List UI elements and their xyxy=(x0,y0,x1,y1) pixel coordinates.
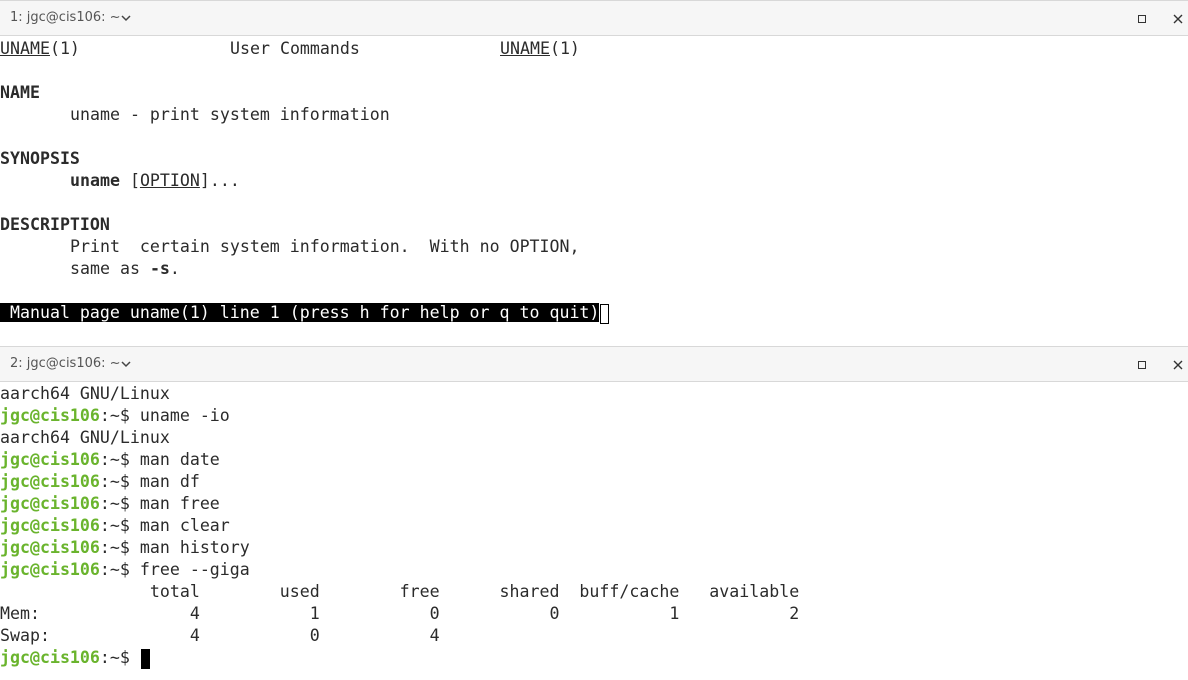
prompt-path: :~$ xyxy=(99,648,140,667)
man-header-center: User Commands xyxy=(230,39,360,58)
name-text: uname - print system information xyxy=(70,105,390,124)
pane1-titlebar: 1: jgc@cis106: ~ xyxy=(0,0,1188,36)
description-flag: -s xyxy=(149,259,170,278)
command-text: man df xyxy=(139,472,200,491)
description-line-2: same as -s. xyxy=(70,258,180,280)
name-heading: NAME xyxy=(0,83,40,102)
command-text: man clear xyxy=(139,516,230,535)
output-line: aarch64 GNU/Linux xyxy=(0,384,170,403)
synopsis-bracket: [ xyxy=(119,171,140,190)
pager-status-text: Manual page uname(1) line 1 (press h for… xyxy=(0,303,600,322)
terminal-cursor xyxy=(140,648,150,669)
close-icon xyxy=(1173,14,1183,24)
prompt-user: jgc@cis106 xyxy=(0,538,100,557)
command-text: man free xyxy=(139,494,220,513)
pane2-titlebar: 2: jgc@cis106: ~ xyxy=(0,346,1188,382)
prompt-path: :~$ xyxy=(99,516,140,535)
command-line: jgc@cis106:~$ man date xyxy=(0,449,220,471)
synopsis-cmd: uname xyxy=(70,171,120,190)
synopsis-rest: ]... xyxy=(199,171,240,190)
prompt-path: :~$ xyxy=(99,472,140,491)
output-line: Swap: 4 0 4 xyxy=(0,626,440,645)
command-line: jgc@cis106:~$ uname -io xyxy=(0,405,230,427)
prompt-user: jgc@cis106 xyxy=(0,648,100,667)
prompt-path: :~$ xyxy=(99,538,140,557)
description-line-2-pre: same as xyxy=(70,259,150,278)
command-line: jgc@cis106:~$ man history xyxy=(0,537,250,559)
prompt-path: :~$ xyxy=(99,406,140,425)
prompt-user: jgc@cis106 xyxy=(0,516,100,535)
maximize-icon xyxy=(1138,15,1146,23)
output-line: Mem: 4 1 0 0 1 2 xyxy=(0,604,800,623)
prompt-path: :~$ xyxy=(99,560,140,579)
active-prompt-line: jgc@cis106:~$ xyxy=(0,647,150,669)
close-icon xyxy=(1173,360,1183,370)
synopsis-heading: SYNOPSIS xyxy=(0,149,80,168)
prompt-user: jgc@cis106 xyxy=(0,472,100,491)
maximize-icon xyxy=(1138,361,1146,369)
command-text: man history xyxy=(139,538,250,557)
command-line: jgc@cis106:~$ man df xyxy=(0,471,200,493)
description-line-2-post: . xyxy=(169,259,180,278)
synopsis-line: uname [OPTION]... xyxy=(70,170,240,192)
man-header: UNAME(1) User Commands UNAME(1) xyxy=(0,38,580,60)
output-line: total used free shared buff/cache availa… xyxy=(0,582,800,601)
close-pane1-button[interactable] xyxy=(1160,1,1188,37)
prompt-user: jgc@cis106 xyxy=(0,450,100,469)
pager-cursor xyxy=(600,303,610,324)
description-line-1: Print certain system information. With n… xyxy=(70,237,580,256)
command-text: free --giga xyxy=(139,560,250,579)
chevron-down-icon[interactable] xyxy=(119,358,133,370)
prompt-user: jgc@cis106 xyxy=(0,560,100,579)
maximize-pane1-button[interactable] xyxy=(1124,1,1160,37)
command-text: man date xyxy=(139,450,220,469)
pane1-title[interactable]: 1: jgc@cis106: ~ xyxy=(10,10,121,25)
prompt-path: :~$ xyxy=(99,494,140,513)
pane2-title[interactable]: 2: jgc@cis106: ~ xyxy=(10,356,121,371)
prompt-path: :~$ xyxy=(99,450,140,469)
chevron-down-icon[interactable] xyxy=(119,12,133,24)
description-heading: DESCRIPTION xyxy=(0,215,110,234)
prompt-user: jgc@cis106 xyxy=(0,406,100,425)
man-header-left-section: (1) xyxy=(49,39,80,58)
command-text: uname -io xyxy=(139,406,230,425)
command-line: jgc@cis106:~$ man free xyxy=(0,493,220,515)
command-line: jgc@cis106:~$ free --giga xyxy=(0,559,250,581)
man-header-right: UNAME xyxy=(500,39,550,58)
pager-status-line: Manual page uname(1) line 1 (press h for… xyxy=(0,302,610,324)
prompt-user: jgc@cis106 xyxy=(0,494,100,513)
maximize-pane2-button[interactable] xyxy=(1124,347,1160,383)
close-pane2-button[interactable] xyxy=(1160,347,1188,383)
output-line: aarch64 GNU/Linux xyxy=(0,428,170,447)
man-header-left: UNAME xyxy=(0,39,50,58)
man-header-right-section: (1) xyxy=(549,39,580,58)
command-line: jgc@cis106:~$ man clear xyxy=(0,515,230,537)
synopsis-option: OPTION xyxy=(139,171,200,190)
